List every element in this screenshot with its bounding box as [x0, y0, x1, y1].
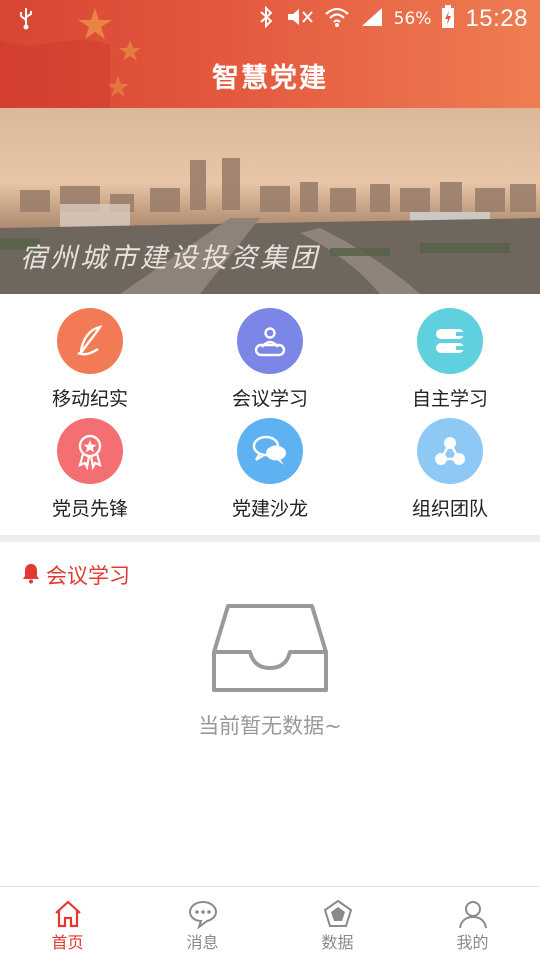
nav-label: 首页 [51, 933, 84, 952]
grid-item-party-vanguard[interactable]: 党员先锋 [0, 404, 180, 520]
grid-item-self-study[interactable]: 自主学习 [360, 294, 540, 410]
feature-grid: 移动纪实 会议学习 自主学习 党员先锋 党建沙龙 组织团队 [0, 294, 540, 534]
wifi-icon [324, 6, 350, 32]
app-header: 56% 15:28 智慧党建 [0, 0, 540, 108]
app-screen: 56% 15:28 智慧党建 宿州城市建设投资集团 移动纪实 会议学习 自主学习… [0, 0, 540, 960]
section-divider [0, 535, 540, 542]
message-icon [188, 900, 218, 929]
meeting-icon [237, 308, 303, 374]
nav-label: 数据 [321, 933, 354, 952]
battery-icon [441, 5, 455, 33]
inbox-tray-icon [212, 604, 328, 692]
grid-item-org-team[interactable]: 组织团队 [360, 404, 540, 520]
nav-tab-profile[interactable]: 我的 [405, 887, 540, 960]
nav-tab-data[interactable]: 数据 [270, 887, 405, 960]
grid-label: 党员先锋 [51, 498, 128, 520]
network-icon [417, 418, 483, 484]
empty-message: 当前暂无数据~ [198, 714, 342, 738]
medal-icon [57, 418, 123, 484]
nav-tab-messages[interactable]: 消息 [135, 887, 270, 960]
grid-item-party-salon[interactable]: 党建沙龙 [180, 404, 360, 520]
nav-label: 我的 [456, 933, 489, 952]
signal-icon [360, 6, 384, 32]
quill-icon [57, 308, 123, 374]
book-icon [417, 308, 483, 374]
grid-item-meeting-study[interactable]: 会议学习 [180, 294, 360, 410]
battery-percent: 56% [393, 9, 432, 29]
section-header: 会议学习 [22, 560, 130, 590]
page-title: 智慧党建 [212, 63, 328, 94]
grid-label: 党建沙龙 [231, 498, 308, 520]
grid-item-mobile-record[interactable]: 移动纪实 [0, 294, 180, 410]
status-bar: 56% 15:28 [0, 0, 540, 38]
status-icons: 56% 15:28 [258, 0, 528, 38]
section-title: 会议学习 [46, 564, 130, 588]
nav-tab-home[interactable]: 首页 [0, 887, 135, 960]
mute-icon [284, 6, 314, 32]
bell-icon [22, 562, 40, 589]
bluetooth-icon [258, 5, 274, 33]
bottom-nav: 首页 消息 数据 我的 [0, 886, 540, 960]
grid-label: 组织团队 [411, 498, 488, 520]
home-icon [55, 900, 81, 928]
banner-caption: 宿州城市建设投资集团 [20, 243, 320, 274]
usb-icon [18, 6, 34, 36]
nav-label: 消息 [186, 933, 219, 952]
person-icon [459, 901, 487, 929]
chat-bubbles-icon [237, 418, 303, 484]
clock: 15:28 [465, 5, 528, 32]
banner-image[interactable]: 宿州城市建设投资集团 [0, 108, 540, 294]
data-icon [323, 899, 353, 927]
